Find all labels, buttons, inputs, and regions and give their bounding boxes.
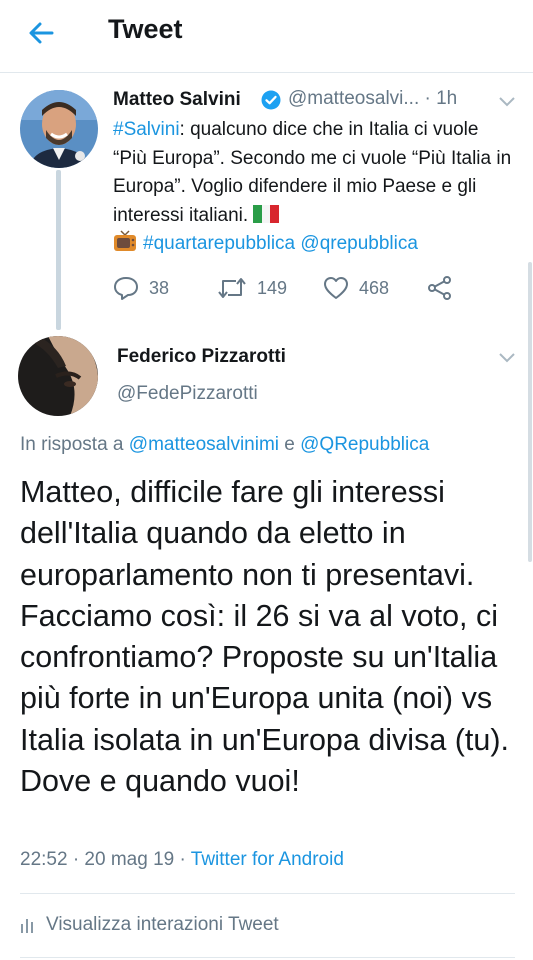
like-button[interactable]: 468 (323, 276, 389, 300)
retweet-count: 149 (257, 277, 288, 298)
chevron-down-icon[interactable] (498, 352, 516, 364)
view-interactions-button[interactable]: Visualizza interazioni Tweet (20, 914, 279, 936)
hashtag-link[interactable]: #Salvini (113, 119, 180, 140)
page-title: Tweet (108, 14, 183, 44)
reply-icon (114, 277, 138, 300)
timestamp: 22:52 · 20 mag 19 · (20, 849, 186, 870)
source-link[interactable]: Twitter for Android (191, 849, 344, 870)
avatar[interactable] (18, 336, 98, 416)
retweet-button[interactable]: 149 (217, 276, 287, 300)
tv-icon (114, 230, 136, 251)
author-handle[interactable]: @FedePizzarotti (117, 383, 258, 405)
bar-chart-icon (21, 919, 33, 933)
heart-icon (324, 277, 348, 299)
in-reply-to: In risposta a @matteosalvinimi e @QRepub… (20, 434, 430, 455)
chevron-down-icon[interactable] (498, 96, 516, 108)
retweet-icon (218, 278, 246, 298)
mention-link[interactable]: @matteosalvinimi (129, 434, 279, 455)
reply-button[interactable]: 38 (113, 276, 169, 300)
author-name[interactable]: Matteo Salvini (113, 89, 241, 111)
tweet-text: Matteo, difficile fare gli interessi del… (20, 475, 509, 799)
author-name[interactable]: Federico Pizzarotti (117, 346, 286, 368)
divider (20, 957, 515, 958)
tweet-text: #Salvini: qualcuno dice che in Italia ci… (113, 119, 512, 254)
scrollbar[interactable] (528, 262, 532, 562)
thread-connector (56, 170, 61, 330)
share-icon (428, 276, 451, 300)
share-button[interactable] (427, 276, 463, 300)
hashtag-link[interactable]: #quartarepubblica (143, 233, 295, 254)
italy-flag-icon (253, 204, 280, 223)
mention-link[interactable]: @qrepubblica (300, 233, 418, 254)
back-arrow-icon[interactable] (26, 18, 56, 48)
like-count: 468 (359, 277, 390, 298)
top-bar: Tweet (0, 0, 533, 73)
verified-badge-icon (261, 90, 281, 110)
divider (20, 893, 515, 894)
mention-link[interactable]: @QRepubblica (300, 434, 429, 455)
reply-count: 38 (149, 277, 170, 298)
author-handle[interactable]: @matteosalvi... · 1h (288, 88, 457, 110)
tweet-meta: 22:52 · 20 mag 19 · Twitter for Android (20, 849, 344, 871)
avatar[interactable] (20, 90, 98, 168)
